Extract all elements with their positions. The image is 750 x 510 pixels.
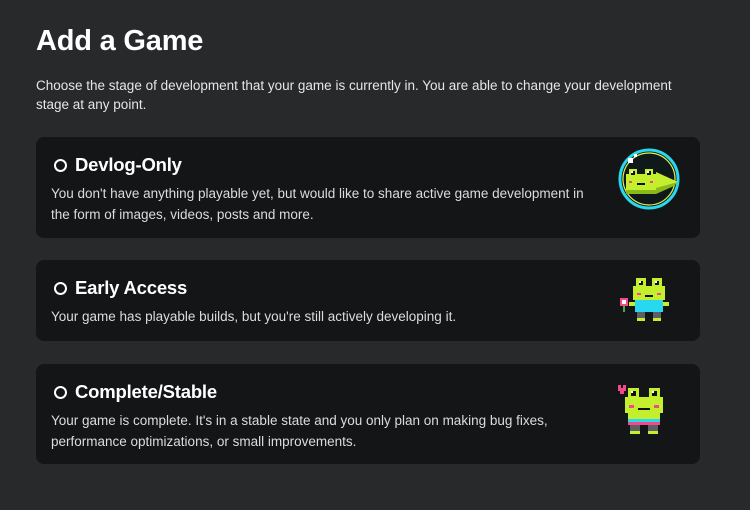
page-description: Choose the stage of development that you…: [36, 78, 672, 112]
radio-button-early-access[interactable]: [54, 281, 67, 295]
radio-button-complete-stable[interactable]: [54, 385, 67, 399]
frog-with-heart-icon: [618, 385, 663, 434]
frog-in-bubble-icon: [618, 148, 680, 210]
option-header: Complete/Stable: [54, 381, 217, 403]
radio-button-devlog-only[interactable]: [54, 158, 67, 172]
option-card-early-access[interactable]: Early Access Your game has playable buil…: [36, 260, 700, 341]
page-title: Add a Game: [36, 25, 204, 57]
option-header: Early Access: [54, 277, 187, 299]
option-header: Devlog-Only: [54, 154, 182, 176]
option-card-devlog-only[interactable]: Devlog-Only You don't have anything play…: [36, 137, 700, 238]
frog-with-flower-icon: [620, 278, 669, 321]
option-title: Complete/Stable: [75, 381, 217, 402]
option-description: Your game is complete. It's in a stable …: [51, 413, 548, 449]
option-description: Your game has playable builds, but you'r…: [51, 309, 457, 324]
option-title: Early Access: [75, 277, 188, 298]
option-title: Devlog-Only: [75, 154, 182, 175]
option-card-complete-stable[interactable]: Complete/Stable Your game is complete. I…: [36, 364, 700, 464]
option-description: You don't have anything playable yet, bu…: [51, 186, 584, 222]
